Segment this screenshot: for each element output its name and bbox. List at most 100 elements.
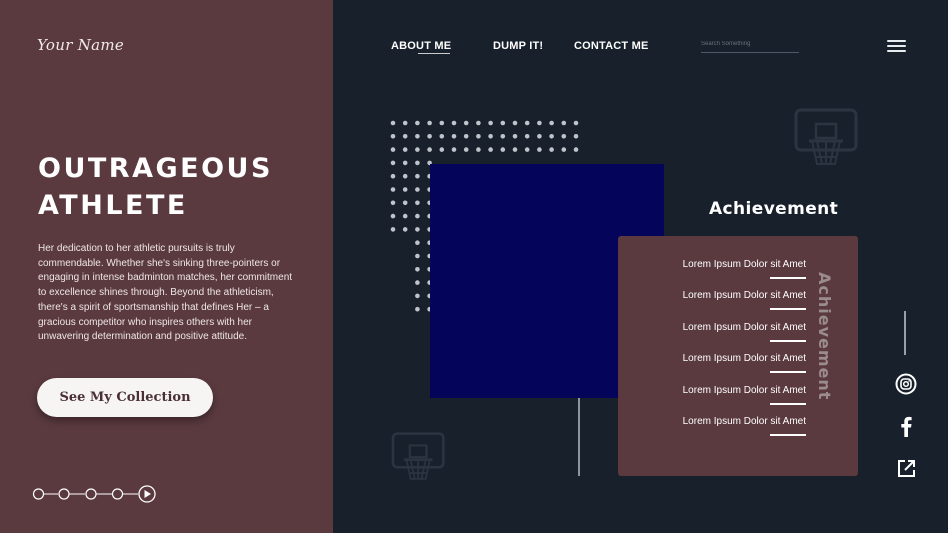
nav-dump-it[interactable]: DUMP IT! xyxy=(493,40,543,52)
hamburger-menu-icon[interactable] xyxy=(887,39,906,53)
decorative-dot xyxy=(402,200,408,206)
left-panel: Your Name OUTRAGEOUS ATHLETE Her dedicat… xyxy=(0,0,333,533)
decorative-dot xyxy=(512,120,518,126)
pager-dot-4[interactable] xyxy=(111,488,124,500)
decorative-dot xyxy=(549,147,554,152)
decorative-dot xyxy=(476,147,481,152)
decorative-dot xyxy=(500,120,506,126)
decorative-dot xyxy=(537,120,542,126)
see-my-collection-button[interactable]: See My Collection xyxy=(37,378,213,417)
decorative-dot xyxy=(512,147,518,152)
vertical-divider xyxy=(578,398,580,476)
decorative-dot xyxy=(500,134,506,139)
hero-title: OUTRAGEOUS ATHLETE xyxy=(38,150,273,224)
decorative-dot xyxy=(451,134,457,139)
external-link-icon[interactable] xyxy=(896,458,917,479)
decorative-dot xyxy=(390,213,396,219)
decorative-dot xyxy=(415,160,420,166)
decorative-dot xyxy=(561,134,567,139)
achievement-item: Lorem Ipsum Dolor sit Amet xyxy=(658,353,806,373)
decorative-dot xyxy=(402,120,408,126)
decorative-dot xyxy=(561,120,567,126)
decorative-dot xyxy=(415,293,420,299)
decorative-dot xyxy=(451,120,457,126)
hero-description: Her dedication to her athletic pursuits … xyxy=(38,243,293,343)
decorative-dot xyxy=(402,173,408,179)
decorative-dot xyxy=(415,134,420,139)
social-divider xyxy=(904,311,906,355)
decorative-dot xyxy=(488,120,493,126)
decorative-dot xyxy=(415,227,420,232)
decorative-dot xyxy=(415,120,420,126)
decorative-dot xyxy=(463,134,469,139)
decorative-dot xyxy=(415,240,420,245)
achievement-heading: Achievement xyxy=(709,199,839,219)
decorative-dot xyxy=(415,267,420,272)
achievement-item: Lorem Ipsum Dolor sit Amet xyxy=(658,259,806,279)
decorative-dot xyxy=(390,147,396,152)
decorative-dot xyxy=(573,147,579,152)
decorative-dot xyxy=(537,134,542,139)
nav-about-me[interactable]: ABOUT ME xyxy=(391,40,451,52)
decorative-dot xyxy=(402,147,408,152)
decorative-dot xyxy=(537,147,542,152)
instagram-icon[interactable] xyxy=(895,373,917,395)
decorative-dot xyxy=(439,134,445,139)
achievement-vertical-label: Achievement xyxy=(815,272,834,401)
decorative-dot xyxy=(427,134,432,139)
decorative-dot xyxy=(439,147,445,152)
decorative-dot xyxy=(415,306,420,312)
nav-contact-me[interactable]: CONTACT ME xyxy=(574,40,649,52)
decorative-dot xyxy=(549,134,554,139)
pager-dot-3[interactable] xyxy=(85,488,97,500)
pager-dot-1[interactable] xyxy=(32,488,45,500)
decorative-dot xyxy=(415,213,420,219)
decorative-dot xyxy=(561,147,567,152)
decorative-dot xyxy=(451,147,457,152)
decorative-dot xyxy=(402,134,408,139)
decorative-dot xyxy=(427,147,432,152)
hero-title-line-1: OUTRAGEOUS xyxy=(38,153,273,184)
decorative-dot xyxy=(390,227,396,232)
decorative-dot xyxy=(463,147,469,152)
decorative-dot xyxy=(415,280,420,285)
decorative-dot xyxy=(415,147,420,152)
search-input[interactable] xyxy=(701,36,799,53)
hero-title-line-2: ATHLETE xyxy=(38,190,188,221)
decorative-dot xyxy=(439,120,445,126)
decorative-dot xyxy=(463,120,469,126)
decorative-dot xyxy=(488,147,493,152)
decorative-dot xyxy=(415,253,420,259)
decorative-dot xyxy=(390,200,396,206)
decorative-dot xyxy=(390,134,396,139)
decorative-dot xyxy=(524,120,530,126)
decorative-dot xyxy=(427,120,432,126)
achievement-item: Lorem Ipsum Dolor sit Amet xyxy=(658,290,806,310)
basketball-hoop-icon xyxy=(391,432,445,480)
pager-dot-2[interactable] xyxy=(58,488,70,500)
nav-active-underline xyxy=(418,53,450,54)
decorative-dot xyxy=(573,120,579,126)
decorative-dot xyxy=(549,120,554,126)
decorative-dot xyxy=(390,187,396,192)
decorative-dot xyxy=(512,134,518,139)
decorative-dot xyxy=(402,160,408,166)
achievement-card: Lorem Ipsum Dolor sit Amet Lorem Ipsum D… xyxy=(618,236,858,476)
decorative-dot xyxy=(390,160,396,166)
achievement-item: Lorem Ipsum Dolor sit Amet xyxy=(658,385,806,405)
decorative-dot xyxy=(524,147,530,152)
decorative-dot xyxy=(415,187,420,192)
basketball-hoop-icon xyxy=(794,108,858,165)
decorative-dot xyxy=(415,173,420,179)
facebook-icon[interactable] xyxy=(898,415,914,437)
decorative-dot xyxy=(390,173,396,179)
decorative-dot xyxy=(402,213,408,219)
decorative-dot xyxy=(500,147,506,152)
decorative-dot xyxy=(476,120,481,126)
logo[interactable]: Your Name xyxy=(37,36,124,54)
decorative-dot xyxy=(415,200,420,206)
decorative-dot xyxy=(488,134,493,139)
decorative-dot xyxy=(524,134,530,139)
play-icon[interactable] xyxy=(138,485,156,503)
achievement-item: Lorem Ipsum Dolor sit Amet xyxy=(658,322,806,342)
